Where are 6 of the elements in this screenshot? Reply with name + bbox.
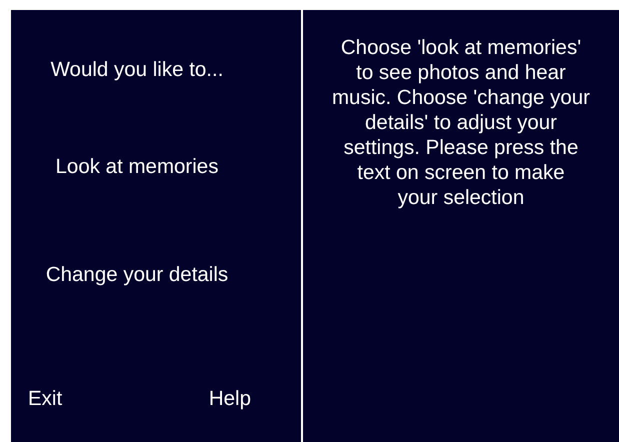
menu-option[interactable]: Change your details: [46, 262, 228, 287]
help-text: Choose 'look at memories' to see photos and hear music. Choose 'change your details' to adjust your settings. Please press the text on screen to make your selection: [332, 35, 590, 211]
prompt-text: Would you like to...: [50, 57, 224, 82]
footer-button[interactable]: Exit: [28, 386, 62, 411]
menu-option[interactable]: Look at memories: [56, 154, 218, 179]
footer-button[interactable]: Help: [208, 386, 251, 411]
